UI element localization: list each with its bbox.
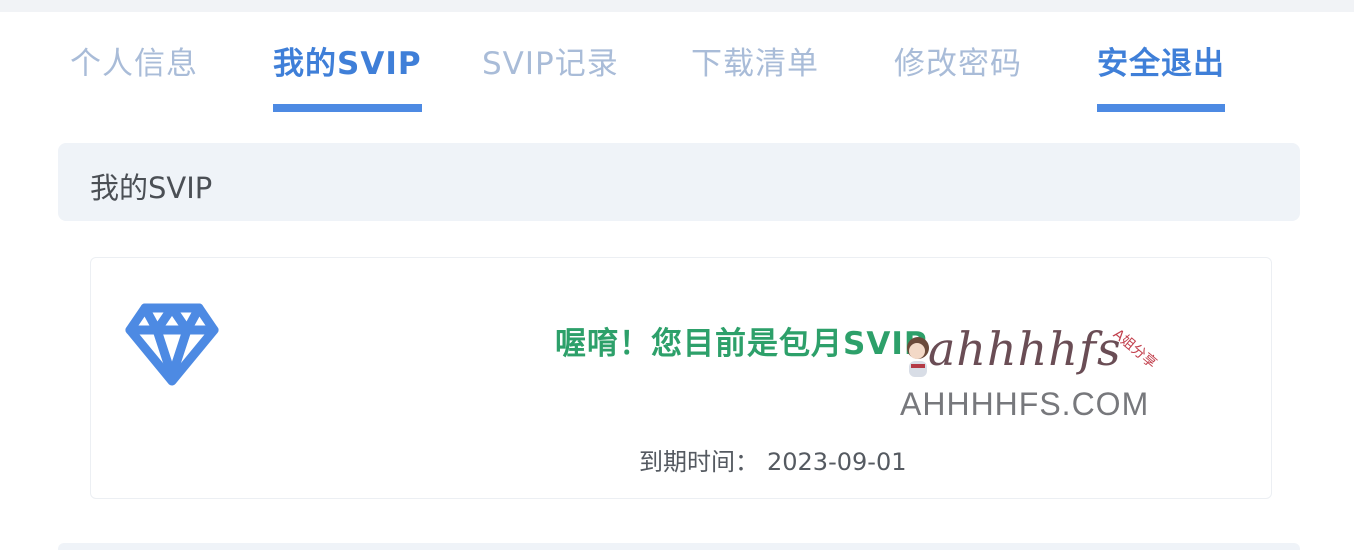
expiry-info: 到期时间： 2023-09-01 [639, 442, 906, 477]
watermark-script: ahhhhfs [928, 322, 1122, 376]
diamond-icon [125, 303, 219, 386]
expiry-date: 2023-09-01 [767, 448, 907, 476]
tab-personal-info[interactable]: 个人信息 [70, 38, 198, 112]
tab-logout[interactable]: 安全退出 [1097, 38, 1225, 112]
svip-status-message: 喔唷！您目前是包月SVIP [555, 326, 928, 362]
section-title: 我的SVIP [90, 171, 213, 205]
tab-download-list[interactable]: 下载清单 [691, 38, 819, 112]
watermark-domain: AHHHHFS.COM [900, 386, 1150, 422]
account-tabs: 个人信息 我的SVIP SVIP记录 下载清单 修改密码 安全退出 [0, 12, 1354, 122]
tab-change-password[interactable]: 修改密码 [894, 38, 1022, 112]
top-bar [0, 0, 1354, 12]
site-watermark: ahhhhfs A姐分享 AHHHHFS.COM [896, 314, 1186, 424]
tab-svip-records[interactable]: SVIP记录 [482, 38, 619, 112]
next-section-header [58, 543, 1300, 550]
section-header: 我的SVIP [58, 143, 1300, 221]
expiry-label: 到期时间： [639, 448, 759, 476]
tab-my-svip[interactable]: 我的SVIP [273, 38, 422, 112]
